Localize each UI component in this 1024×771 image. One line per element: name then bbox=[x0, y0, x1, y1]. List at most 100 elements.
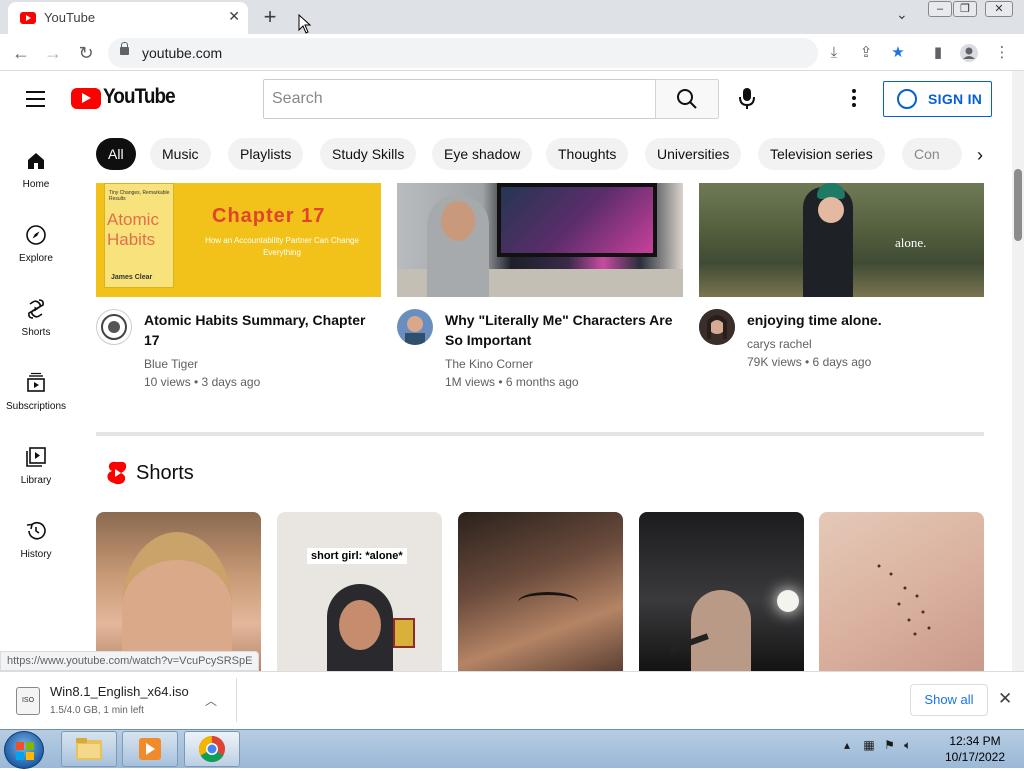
minimize-window-button[interactable]: ‒ bbox=[928, 1, 952, 17]
channel-name[interactable]: Blue Tiger bbox=[144, 357, 198, 371]
search-input[interactable] bbox=[263, 79, 656, 119]
guide-item-library[interactable]: Library bbox=[0, 445, 72, 486]
guide-item-shorts[interactable]: Shorts bbox=[0, 297, 72, 338]
guide-item-home[interactable]: Home bbox=[0, 149, 72, 190]
channel-avatar[interactable] bbox=[397, 309, 433, 345]
video-thumbnail-literally-me[interactable] bbox=[397, 183, 683, 297]
short-thumbnail-5[interactable] bbox=[819, 512, 984, 671]
taskbar-clock[interactable]: 12:34 PM 10/17/2022 bbox=[936, 733, 1014, 765]
tab-title: YouTube bbox=[44, 10, 96, 25]
download-options-chevron-icon[interactable]: ︿ bbox=[205, 692, 217, 709]
close-window-button[interactable]: ✕ bbox=[985, 1, 1013, 17]
freckles-graphic bbox=[869, 562, 939, 642]
taskbar-chrome[interactable] bbox=[184, 731, 240, 767]
chip-study-skills[interactable]: Study Skills bbox=[320, 138, 417, 170]
browser-tab-youtube[interactable]: YouTube ✕ bbox=[8, 2, 248, 34]
book-cover-graphic: Tiny Changes, Remarkable Results Atomic … bbox=[104, 183, 174, 288]
forward-button[interactable]: → bbox=[42, 42, 64, 64]
hamburger-menu-icon[interactable] bbox=[26, 91, 45, 112]
network-icon[interactable]: ▦ bbox=[863, 738, 874, 752]
guide-item-history[interactable]: History bbox=[0, 519, 72, 560]
share-icon[interactable]: ⇪ bbox=[856, 43, 876, 63]
browser-toolbar: ← → ↻ youtube.com ⤓ ⇪ ★ ▮ ⋮ bbox=[0, 34, 1024, 71]
reload-button[interactable]: ↻ bbox=[75, 42, 97, 64]
guide-label-subscriptions: Subscriptions bbox=[5, 401, 67, 412]
sign-in-button[interactable]: SIGN IN bbox=[883, 81, 992, 117]
video-thumbnail-atomic-habits[interactable]: Tiny Changes, Remarkable Results Atomic … bbox=[96, 183, 381, 297]
profile-icon[interactable] bbox=[959, 43, 979, 63]
short-thumbnail-3[interactable] bbox=[458, 512, 623, 671]
eye-graphic bbox=[518, 592, 578, 612]
chips-next-chevron-icon[interactable]: › bbox=[962, 137, 998, 173]
close-download-shelf-icon[interactable]: ✕ bbox=[998, 689, 1012, 709]
video-title[interactable]: Atomic Habits Summary, Chapter 17 bbox=[144, 310, 374, 350]
channel-name[interactable]: carys rachel bbox=[747, 337, 812, 351]
youtube-logo-text[interactable]: YouTube bbox=[103, 85, 176, 109]
browser-menu-icon[interactable]: ⋮ bbox=[992, 43, 1012, 63]
search-button[interactable] bbox=[655, 79, 719, 119]
download-progress-text: 1.5/4.0 GB, 1 min left bbox=[50, 705, 144, 716]
guide-item-subscriptions[interactable]: Subscriptions bbox=[0, 371, 72, 412]
tab-search-chevron-icon[interactable]: ⌄ bbox=[896, 6, 908, 23]
thumbnail-alone-text: alone. bbox=[895, 235, 927, 250]
chip-thoughts[interactable]: Thoughts bbox=[546, 138, 629, 170]
download-filename[interactable]: Win8.1_English_x64.iso bbox=[50, 684, 189, 699]
youtube-logo-icon[interactable] bbox=[71, 88, 101, 109]
new-tab-button[interactable]: + bbox=[258, 4, 282, 30]
media-player-icon bbox=[139, 738, 161, 760]
short-thumbnail-1[interactable] bbox=[96, 512, 261, 671]
link-status-bubble: https://www.youtube.com/watch?v=VcuPcySR… bbox=[0, 651, 260, 671]
chip-playlists[interactable]: Playlists bbox=[228, 138, 304, 170]
guide-item-explore[interactable]: Explore bbox=[0, 223, 72, 264]
volume-icon[interactable]: 🔈︎ bbox=[904, 738, 911, 752]
video-meta: 1M views • 6 months ago bbox=[445, 375, 579, 389]
back-button[interactable]: ← bbox=[10, 42, 32, 64]
short-thumbnail-2[interactable]: short girl: *alone* bbox=[277, 512, 442, 671]
section-divider bbox=[96, 432, 984, 436]
book-cover-tagline: Tiny Changes, Remarkable Results bbox=[109, 190, 170, 202]
channel-avatar[interactable] bbox=[699, 309, 735, 345]
scrollbar-thumb[interactable] bbox=[1014, 169, 1022, 241]
lock-icon bbox=[120, 42, 129, 55]
short-thumbnail-4[interactable] bbox=[639, 512, 804, 671]
page-scrollbar[interactable] bbox=[1012, 71, 1024, 671]
video-thumbnail-alone[interactable]: alone. bbox=[699, 183, 984, 297]
show-hidden-icons-icon[interactable]: ▴ bbox=[844, 738, 850, 752]
chip-television-series[interactable]: Television series bbox=[758, 138, 885, 170]
video-meta: 79K views • 6 days ago bbox=[747, 355, 872, 369]
sign-in-label: SIGN IN bbox=[928, 91, 983, 107]
chip-universities[interactable]: Universities bbox=[645, 138, 742, 170]
channel-avatar[interactable] bbox=[96, 309, 132, 345]
taskbar-file-explorer[interactable] bbox=[61, 731, 117, 767]
browse-feed: Tiny Changes, Remarkable Results Atomic … bbox=[72, 183, 1012, 671]
account-circle-icon bbox=[897, 89, 917, 109]
guide-label-explore: Explore bbox=[19, 253, 53, 264]
subscriptions-icon bbox=[24, 371, 48, 395]
shorts-section-title: Shorts bbox=[136, 462, 194, 484]
chip-partial[interactable]: Con bbox=[902, 138, 962, 170]
start-button[interactable] bbox=[4, 731, 44, 769]
guide-label-history: History bbox=[20, 549, 52, 560]
video-title[interactable]: enjoying time alone. bbox=[747, 310, 977, 330]
taskbar-media-player[interactable] bbox=[122, 731, 178, 767]
video-title[interactable]: Why "Literally Me" Characters Are So Imp… bbox=[445, 310, 675, 350]
chip-music[interactable]: Music bbox=[150, 138, 211, 170]
voice-search-mic-icon[interactable] bbox=[734, 85, 760, 111]
channel-name[interactable]: The Kino Corner bbox=[445, 357, 533, 371]
shorts-logo-icon bbox=[107, 461, 127, 485]
bookmark-star-icon[interactable]: ★ bbox=[888, 43, 908, 63]
install-app-icon[interactable]: ⤓ bbox=[824, 43, 844, 63]
thumbnail-chapter-text: Chapter 17 bbox=[212, 205, 326, 227]
address-bar[interactable]: youtube.com bbox=[108, 38, 818, 68]
restore-window-button[interactable]: ❐ bbox=[953, 1, 977, 17]
chrome-icon bbox=[198, 735, 225, 763]
action-center-flag-icon[interactable]: ⚑ bbox=[884, 738, 895, 752]
settings-kebab-icon[interactable] bbox=[852, 89, 858, 110]
close-tab-icon[interactable]: ✕ bbox=[228, 8, 240, 25]
filter-chip-bar: All Music Playlists Study Skills Eye sha… bbox=[72, 127, 1012, 183]
chip-eye-shadow[interactable]: Eye shadow bbox=[432, 138, 533, 170]
side-panel-icon[interactable]: ▮ bbox=[928, 43, 948, 63]
chip-all[interactable]: All bbox=[96, 138, 136, 170]
guide-label-library: Library bbox=[20, 475, 52, 486]
show-all-downloads-button[interactable]: Show all bbox=[910, 684, 988, 716]
